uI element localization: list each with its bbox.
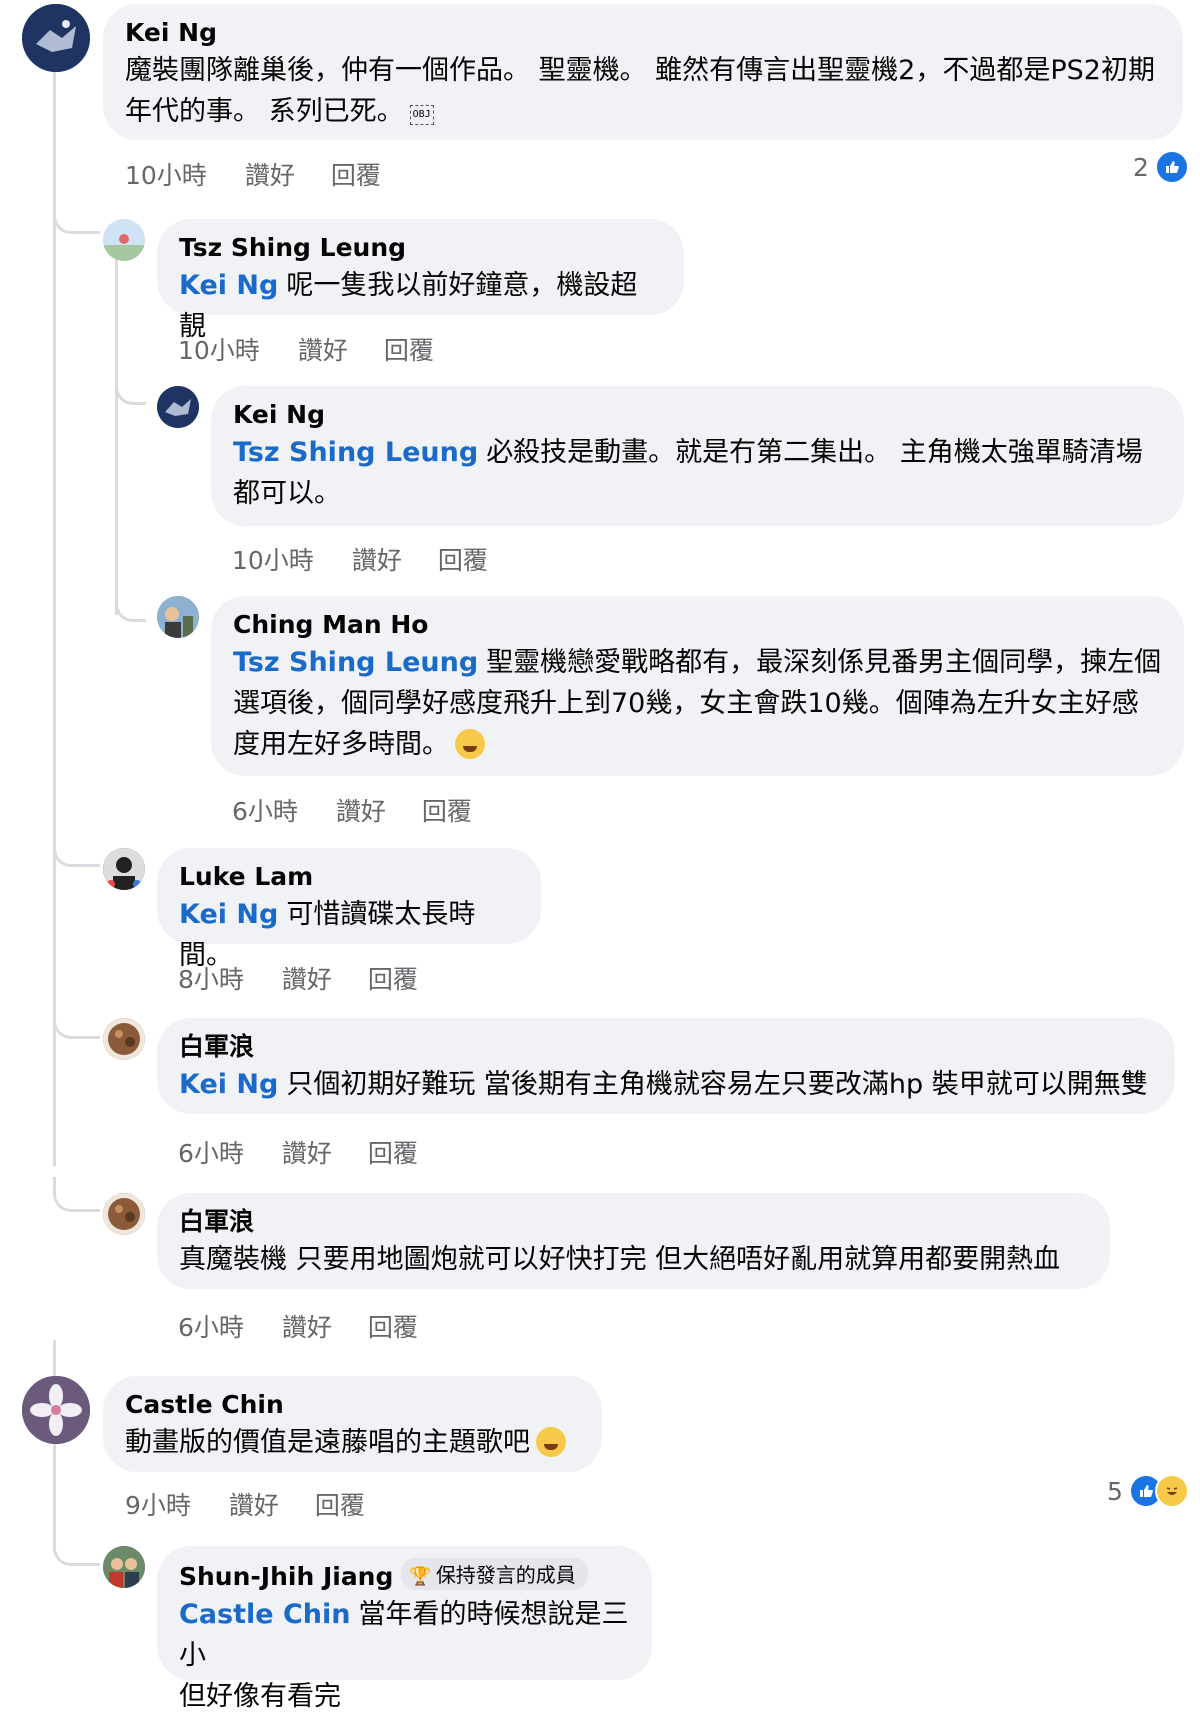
comment-actions: 10小時 讚好 回覆 — [232, 541, 524, 577]
comment-actions: 9小時 讚好 回覆 — [125, 1486, 401, 1522]
comment-actions: 6小時 讚好 回覆 — [178, 1308, 454, 1344]
reply-connector — [53, 199, 100, 234]
comment-text: Castle Chin 當年看的時候想說是三小 — [179, 1594, 630, 1676]
avatar[interactable] — [157, 596, 199, 638]
comment-text: Tsz Shing Leung 必殺技是動畫。就是冇第二集出。 主角機太強單騎清場… — [233, 432, 1162, 514]
weary-emoji-icon — [455, 729, 485, 759]
comment-author[interactable]: Kei Ng — [125, 16, 217, 50]
like-button[interactable]: 讚好 — [229, 1486, 279, 1522]
reply-button[interactable]: 回覆 — [422, 792, 472, 828]
comment-text: Kei Ng 只個初期好難玩 當後期有主角機就容易左只要改滿hp 裝甲就可以開無雙 — [179, 1064, 1153, 1105]
mention-link[interactable]: Castle Chin — [179, 1599, 351, 1630]
avatar[interactable] — [103, 848, 145, 890]
avatar[interactable] — [103, 1018, 145, 1060]
comment-actions: 8小時 讚好 回覆 — [178, 960, 454, 996]
like-button[interactable]: 讚好 — [352, 541, 402, 577]
timestamp[interactable]: 9小時 — [125, 1486, 191, 1522]
comment-actions: 10小時 讚好 回覆 — [178, 331, 470, 367]
timestamp[interactable]: 6小時 — [178, 1134, 244, 1170]
avatar[interactable] — [22, 1376, 90, 1444]
reply-button[interactable]: 回覆 — [368, 1134, 418, 1170]
comment-text: Tsz Shing Leung 聖靈機戀愛戰略都有，最深刻係見番男主個同學，揀左個… — [233, 642, 1162, 765]
comment-author[interactable]: 白軍浪 — [179, 1205, 254, 1239]
comment-actions: 6小時 讚好 回覆 — [232, 792, 508, 828]
reply-button[interactable]: 回覆 — [384, 331, 434, 367]
reply-button[interactable]: 回覆 — [368, 1308, 418, 1344]
timestamp[interactable]: 10小時 — [178, 331, 260, 367]
reaction-count: 5 — [1107, 1476, 1123, 1506]
reaction-summary[interactable]: 5 — [1107, 1474, 1189, 1508]
reply-connector — [53, 1177, 100, 1212]
avatar[interactable] — [103, 219, 145, 261]
avatar[interactable] — [157, 386, 199, 428]
comment-bubble: Ching Man Ho Tsz Shing Leung 聖靈機戀愛戰略都有，最深… — [211, 596, 1184, 776]
reply-button[interactable]: 回覆 — [368, 960, 418, 996]
avatar[interactable] — [103, 1193, 145, 1235]
reply-connector — [115, 587, 146, 622]
mention-link[interactable]: Kei Ng — [179, 899, 278, 930]
thumbs-up-icon — [1154, 150, 1189, 184]
member-badge[interactable]: 🏆 保持發言的成員 — [401, 1558, 588, 1590]
comment-actions: 10小時 讚好 回覆 — [125, 156, 417, 192]
reply-connector — [115, 370, 146, 405]
comment-author[interactable]: Luke Lam — [179, 860, 313, 894]
comment-text: 魔裝團隊離巢後，仲有一個作品。 聖靈機。 雖然有傳言出聖靈機2，不過都是PS2初… — [125, 50, 1161, 132]
like-button[interactable]: 讚好 — [282, 1134, 332, 1170]
trophy-icon: 🏆 — [409, 1566, 432, 1587]
timestamp[interactable]: 10小時 — [232, 541, 314, 577]
reply-connector — [53, 1004, 100, 1039]
comment-bubble: Tsz Shing Leung Kei Ng 呢一隻我以前好鐘意，機設超靚 — [157, 219, 684, 342]
mention-link[interactable]: Kei Ng — [179, 1069, 278, 1100]
laughing-emoji-icon — [536, 1427, 566, 1457]
comment-author[interactable]: Kei Ng — [233, 398, 325, 432]
timestamp[interactable]: 8小時 — [178, 960, 244, 996]
comment-text: 動畫版的價值是遠藤唱的主題歌吧 — [125, 1422, 580, 1463]
like-button[interactable]: 讚好 — [336, 792, 386, 828]
like-button[interactable]: 讚好 — [245, 156, 295, 192]
avatar[interactable] — [103, 1546, 145, 1588]
comment-bubble: Kei Ng 魔裝團隊離巢後，仲有一個作品。 聖靈機。 雖然有傳言出聖靈機2，不… — [103, 4, 1183, 140]
reply-button[interactable]: 回覆 — [438, 541, 488, 577]
reply-connector — [53, 832, 100, 867]
comment-body: 動畫版的價值是遠藤唱的主題歌吧 — [125, 1427, 530, 1458]
mention-link[interactable]: Tsz Shing Leung — [233, 647, 478, 678]
timestamp[interactable]: 10小時 — [125, 156, 207, 192]
timestamp[interactable]: 6小時 — [178, 1308, 244, 1344]
timestamp[interactable]: 6小時 — [232, 792, 298, 828]
laughing-emoji-icon — [1154, 1474, 1189, 1508]
mention-link[interactable]: Tsz Shing Leung — [233, 437, 478, 468]
reply-connector — [53, 1531, 100, 1566]
comment-author[interactable]: Tsz Shing Leung — [179, 231, 406, 265]
comment-body-line2: 但好像有看完 — [179, 1681, 341, 1712]
comment-author[interactable]: Castle Chin — [125, 1388, 284, 1422]
badge-label: 保持發言的成員 — [435, 1563, 576, 1587]
comment-bubble: Shun-Jhih Jiang 🏆 保持發言的成員 Castle Chin 當年看的時… — [157, 1546, 652, 1712]
mention-link[interactable]: Kei Ng — [179, 270, 278, 301]
reply-button[interactable]: 回覆 — [331, 156, 381, 192]
comment-author[interactable]: Ching Man Ho — [233, 608, 428, 642]
thread-line-main — [53, 70, 56, 1166]
comment-body: 真魔裝機 只要用地圖炮就可以好快打完 但大絕唔好亂用就算用都要開熱血 — [179, 1244, 1061, 1275]
comment-author[interactable]: Shun-Jhih Jiang — [179, 1560, 393, 1594]
comment-bubble: Luke Lam Kei Ng 可惜讀碟太長時間。 — [157, 848, 541, 971]
object-placeholder-icon: OBJ — [409, 105, 434, 125]
comment-body: 魔裝團隊離巢後，仲有一個作品。 聖靈機。 雖然有傳言出聖靈機2，不過都是PS2初… — [125, 55, 1155, 127]
reply-button[interactable]: 回覆 — [315, 1486, 365, 1522]
thread-line-nested — [115, 245, 118, 615]
reaction-summary[interactable]: 2 — [1133, 150, 1189, 184]
avatar[interactable] — [22, 4, 90, 72]
comment-actions: 6小時 讚好 回覆 — [178, 1134, 454, 1170]
comment-bubble: Kei Ng Tsz Shing Leung 必殺技是動畫。就是冇第二集出。 主角… — [211, 386, 1184, 526]
comment-author[interactable]: 白軍浪 — [179, 1030, 254, 1064]
comment-bubble: 白軍浪 Kei Ng 只個初期好難玩 當後期有主角機就容易左只要改滿hp 裝甲就可… — [157, 1018, 1175, 1114]
comment-body: 只個初期好難玩 當後期有主角機就容易左只要改滿hp 裝甲就可以開無雙 — [286, 1069, 1148, 1100]
comment-bubble: Castle Chin 動畫版的價值是遠藤唱的主題歌吧 — [103, 1376, 602, 1472]
like-button[interactable]: 讚好 — [298, 331, 348, 367]
comment-bubble: 白軍浪 真魔裝機 只要用地圖炮就可以好快打完 但大絕唔好亂用就算用都要開熱血 — [157, 1193, 1110, 1289]
reaction-count: 2 — [1133, 152, 1149, 182]
like-button[interactable]: 讚好 — [282, 1308, 332, 1344]
like-button[interactable]: 讚好 — [282, 960, 332, 996]
